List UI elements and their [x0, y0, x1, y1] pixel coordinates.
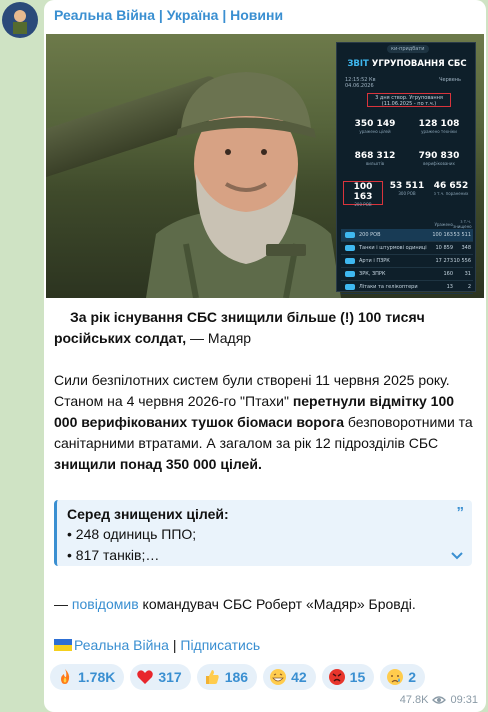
report-table-row: ЗРК, ЗПРК 160 31	[341, 268, 473, 281]
fire-icon	[61, 669, 70, 684]
thumbs-up-icon	[205, 670, 219, 684]
report-note-line2: (11.06.2025 - по т.ч.)	[381, 101, 437, 107]
report-title-prefix: ЗВІТ	[347, 59, 369, 69]
stat-killed: 100 163 200 РОВ	[343, 181, 383, 207]
reaction-fire[interactable]: 1.78K	[50, 664, 125, 690]
reaction-count: 317	[158, 669, 182, 685]
quote-mark-icon: ”	[456, 504, 465, 521]
reaction-grin[interactable]: 42	[263, 664, 316, 690]
reaction-count: 42	[291, 669, 307, 685]
post-signature: Реальна Війна | Підписатись	[54, 635, 478, 656]
chevron-down-icon[interactable]	[450, 548, 464, 562]
report-note: 3 дня створ. Угруповання (11.06.2025 - п…	[367, 93, 451, 107]
stat-verified: 790 830 верифікованих	[418, 151, 460, 166]
message-footer: 47.8K 09:31	[400, 694, 478, 706]
channel-name[interactable]: Реальна Війна | Україна | Новини	[54, 7, 283, 23]
report-table-row: 200 РОВ 100 163 53 511	[341, 229, 473, 242]
reactions-bar: 1.78K 317 186 42 15 2	[50, 664, 426, 690]
lead-author: — Мадяр	[186, 330, 252, 346]
view-count: 47.8K	[399, 694, 429, 706]
aircraft-icon	[345, 284, 355, 290]
artillery-icon	[345, 258, 355, 264]
eye-icon	[432, 696, 447, 704]
reaction-count: 1.78K	[78, 669, 116, 685]
stat-targets: 350 149 уражено цілей	[354, 119, 396, 134]
post-lead: За рік існування СБС знищили більше (!) …	[54, 307, 478, 349]
quote-line: • 248 одиниць ППО;	[67, 526, 197, 542]
quote-title: Серед знищених цілей:	[67, 506, 229, 522]
reaction-count: 186	[224, 669, 249, 685]
source-link[interactable]: повідомив	[72, 596, 139, 612]
subscribe-link[interactable]: Підписатись	[180, 637, 260, 653]
report-table-row: Літаки та гелікоптери 13 2	[341, 281, 473, 294]
tank-icon	[345, 245, 355, 251]
report-date: 04.06.2026	[345, 83, 374, 89]
stat-incl: 46 652 з т.ч. поранених	[433, 181, 469, 196]
report-table-row: Танки і штурмові одиниці 10 859 348	[341, 242, 473, 255]
message-bubble: Реальна Війна | Україна | Новини ки-прид…	[44, 0, 486, 712]
post-photo[interactable]: ки-придбати ЗВІТ УГРУПОВАННЯ СБС 12:15:5…	[46, 34, 484, 298]
report-title: ЗВІТ УГРУПОВАННЯ СБС	[345, 55, 469, 73]
stat-wounded: 53 511 300 РОВ	[389, 181, 425, 196]
message-time: 09:31	[450, 694, 478, 706]
sbs-report-infographic: ки-придбати ЗВІТ УГРУПОВАННЯ СБС 12:15:5…	[336, 42, 476, 294]
reaction-crying[interactable]: 2	[380, 664, 426, 690]
blockquote[interactable]: Серед знищених цілей: • 248 одиниць ППО;…	[54, 500, 472, 566]
reaction-count: 2	[408, 669, 417, 685]
reaction-heart[interactable]: 317	[130, 664, 191, 690]
heart-icon	[137, 670, 154, 684]
post-body: Сили безпілотних систем були створені 11…	[54, 370, 478, 475]
signature-separator: |	[168, 637, 181, 653]
reaction-thumbs-up[interactable]: 186	[196, 664, 258, 690]
reaction-count: 15	[349, 669, 366, 685]
report-meta: 12:15:52 Кв Червень 04.06.2026	[345, 77, 469, 89]
air-defense-icon	[345, 271, 355, 277]
ukraine-flag-icon	[54, 639, 72, 651]
channel-avatar[interactable]	[2, 2, 38, 38]
report-table: Уражено з т.ч. знищено 200 РОВ 100 163 53 …	[341, 219, 473, 294]
signature-channel-link[interactable]: Реальна Війна	[74, 637, 169, 653]
source-text: командувач СБС Роберт «Мадяр» Бровді.	[138, 596, 416, 612]
unit-icon	[345, 232, 355, 238]
body-bold: знищили понад 350 000 цілей.	[54, 456, 262, 472]
report-table-row: Арти і ПЗРК 17 273 10 556	[341, 255, 473, 268]
report-table-header: Уражено з т.ч. знищено	[434, 219, 472, 229]
source-dash: —	[54, 596, 72, 612]
post-source: — повідомив командувач СБС Роберт «Мадяр…	[54, 594, 478, 615]
angry-icon	[328, 669, 345, 685]
report-month: Червень	[439, 77, 461, 83]
report-badge: ки-придбати	[387, 45, 429, 53]
grin-icon	[270, 669, 287, 685]
reaction-angry[interactable]: 15	[321, 664, 375, 690]
quote-line: • 817 танків;…	[67, 547, 160, 563]
report-title-main: УГРУПОВАННЯ СБС	[371, 59, 467, 69]
stat-sorties: 868 312 вильотів	[354, 151, 396, 166]
crying-icon	[387, 669, 404, 685]
stat-equipment: 128 108 уражено техніки	[418, 119, 460, 134]
